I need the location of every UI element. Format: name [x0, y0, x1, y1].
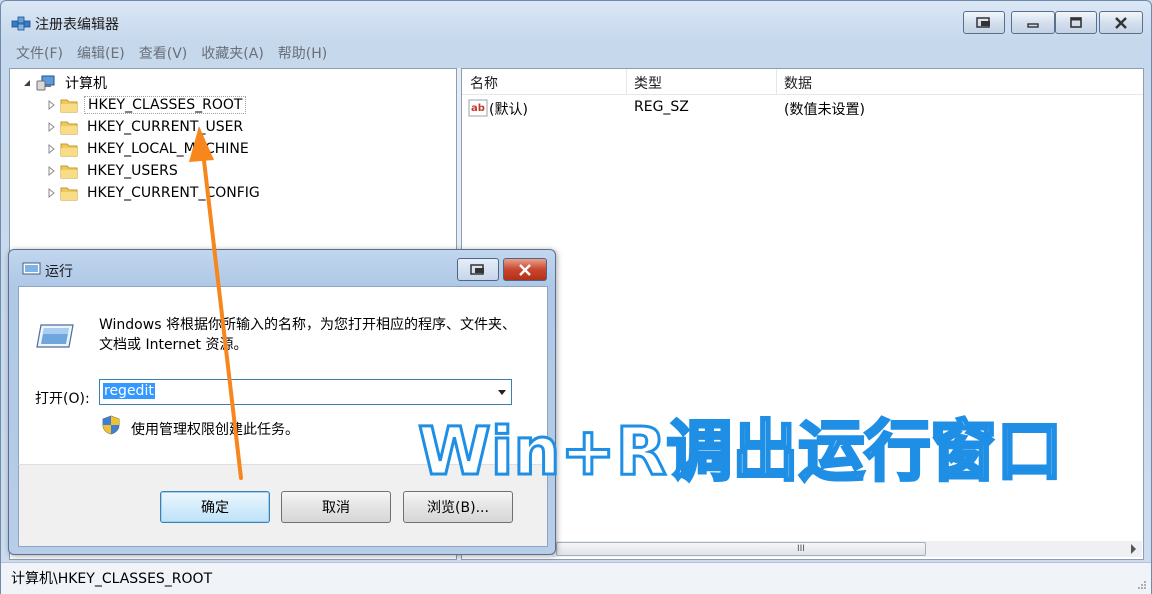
tree-item-label: HKEY_LOCAL_MACHINE: [87, 141, 249, 157]
tree-item-hklm[interactable]: HKEY_LOCAL_MACHINE: [46, 139, 252, 159]
dialog-title: 运行: [45, 264, 73, 280]
value-name: (默认): [489, 102, 528, 118]
close-icon: [1115, 16, 1127, 29]
folder-icon: [60, 165, 78, 179]
maximize-icon: [1070, 16, 1082, 28]
expand-arrow-icon[interactable]: [46, 99, 58, 111]
scroll-grip: III: [797, 544, 805, 554]
scrollbar-thumb[interactable]: III: [556, 542, 926, 556]
list-header: 名称 类型 数据: [462, 69, 1143, 95]
resize-grip-icon[interactable]: [1137, 580, 1147, 590]
menu-favorites[interactable]: 收藏夹(A): [194, 43, 271, 63]
list-item[interactable]: ab (默认) REG_SZ (数值未设置): [462, 97, 1143, 119]
tree-root-computer[interactable]: 计算机: [22, 73, 110, 93]
title-bar[interactable]: 注册表编辑器: [1, 1, 1151, 39]
expand-arrow-icon[interactable]: [46, 143, 58, 155]
tree-item-hkcr[interactable]: HKEY_CLASSES_ROOT: [46, 95, 247, 115]
tree-item-hku[interactable]: HKEY_USERS: [46, 161, 181, 181]
tree-root-label: 计算机: [65, 76, 107, 92]
cancel-button[interactable]: 取消: [281, 491, 391, 523]
column-data-header[interactable]: 数据: [784, 73, 812, 93]
menu-bar: 文件(F) 编辑(E) 查看(V) 收藏夹(A) 帮助(H): [9, 41, 1143, 65]
restore-snap-button[interactable]: [963, 11, 1005, 34]
open-label: 打开(O):: [35, 391, 90, 407]
menu-help[interactable]: 帮助(H): [271, 43, 334, 63]
annotation-caption: Win+R调出运行窗口: [417, 412, 1065, 492]
scroll-right-arrow-icon[interactable]: [1131, 544, 1136, 554]
browse-button[interactable]: 浏览(B)...: [403, 491, 513, 523]
expand-arrow-icon[interactable]: [46, 165, 58, 177]
folder-icon: [60, 143, 78, 157]
menu-view[interactable]: 查看(V): [132, 43, 195, 63]
menu-file[interactable]: 文件(F): [9, 43, 70, 63]
open-input-value[interactable]: regedit: [103, 383, 155, 399]
snap-icon: [470, 263, 484, 275]
column-divider[interactable]: [626, 69, 627, 95]
run-program-icon: [36, 324, 74, 348]
column-divider[interactable]: [776, 69, 777, 95]
column-name-header[interactable]: 名称: [470, 73, 498, 93]
minimize-button[interactable]: [1011, 11, 1055, 34]
menu-edit[interactable]: 编辑(E): [70, 43, 132, 63]
admin-note: 使用管理权限创建此任务。: [131, 422, 299, 438]
tree-item-label: HKEY_CURRENT_CONFIG: [87, 185, 260, 201]
column-type-header[interactable]: 类型: [634, 73, 662, 93]
folder-icon: [60, 187, 78, 201]
dropdown-arrow-icon[interactable]: [498, 390, 506, 395]
tree-item-label: HKEY_CURRENT_USER: [87, 119, 244, 135]
tree-item-label: HKEY_CLASSES_ROOT: [84, 96, 247, 114]
registry-editor-icon: [11, 16, 31, 31]
tree-item-hkcu[interactable]: HKEY_CURRENT_USER: [46, 117, 246, 137]
tree-item-hkcc[interactable]: HKEY_CURRENT_CONFIG: [46, 183, 263, 203]
close-icon: [519, 263, 531, 276]
value-type: REG_SZ: [634, 99, 689, 115]
snap-icon: [976, 16, 990, 28]
value-data: (数值未设置): [784, 102, 865, 118]
expand-arrow-icon[interactable]: [46, 121, 58, 133]
window-title: 注册表编辑器: [35, 17, 119, 33]
ok-button[interactable]: 确定: [160, 491, 270, 523]
status-path: 计算机\HKEY_CLASSES_ROOT: [11, 571, 213, 587]
expand-arrow-icon[interactable]: [46, 187, 58, 199]
computer-icon: [36, 75, 55, 91]
minimize-icon: [1027, 22, 1039, 28]
collapse-triangle-icon[interactable]: [22, 78, 32, 88]
run-icon: [22, 262, 41, 275]
uac-shield-icon: [102, 415, 120, 435]
maximize-button[interactable]: [1055, 11, 1097, 34]
horizontal-scrollbar[interactable]: III: [552, 541, 1142, 557]
status-bar: 计算机\HKEY_CLASSES_ROOT: [1, 562, 1151, 594]
dialog-description: Windows 将根据你所输入的名称，为您打开相应的程序、文件夹、文档或 Int…: [99, 317, 516, 353]
folder-icon: [60, 99, 78, 113]
svg-text:ab: ab: [471, 103, 485, 114]
tree-item-label: HKEY_USERS: [87, 163, 178, 179]
dialog-snap-button[interactable]: [457, 258, 499, 281]
string-value-icon: ab: [468, 99, 488, 117]
dialog-close-button[interactable]: [503, 258, 547, 281]
close-button[interactable]: [1099, 11, 1143, 34]
folder-icon: [60, 121, 78, 135]
